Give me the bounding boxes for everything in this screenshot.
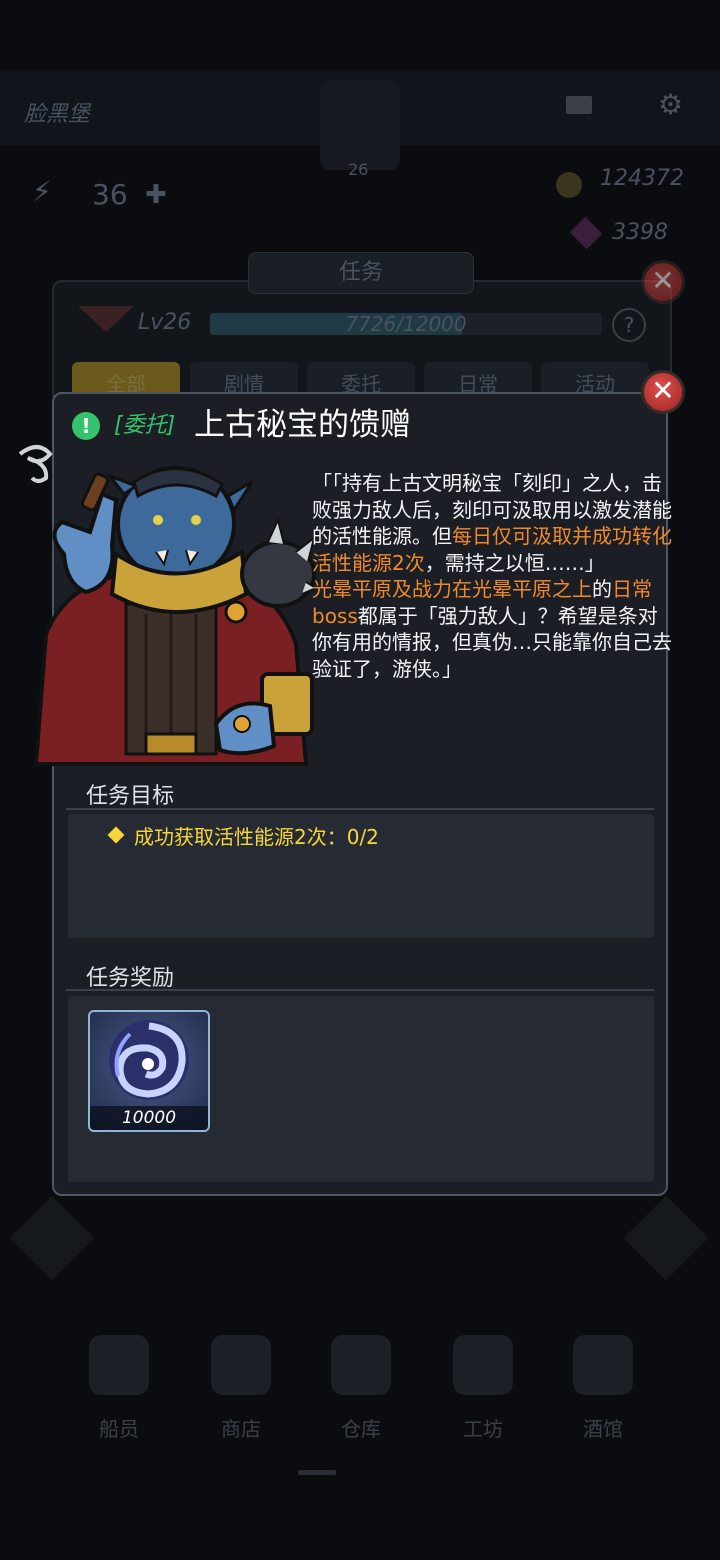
help-icon[interactable]: ? xyxy=(612,308,646,342)
objective-title: 任务目标 xyxy=(86,784,175,809)
objective-text: 成功获取活性能源2次：0/2 xyxy=(134,825,379,849)
mail-icon[interactable] xyxy=(566,96,592,114)
nav-crew[interactable]: 船员 xyxy=(64,1335,174,1442)
gold-amount: 124372 xyxy=(600,166,684,191)
nav-workshop[interactable]: 工坊 xyxy=(428,1335,538,1442)
reward-title: 任务奖励 xyxy=(86,966,175,991)
nav-indicator xyxy=(298,1470,336,1475)
quest-giver-portrait xyxy=(18,445,316,766)
warehouse-icon xyxy=(331,1335,391,1395)
settings-gear-icon[interactable]: ⚙ xyxy=(658,88,683,121)
panel-title: 任务 xyxy=(248,252,474,294)
player-avatar[interactable] xyxy=(320,80,400,170)
tavern-icon xyxy=(573,1335,633,1395)
energy-orb-icon xyxy=(109,1020,189,1100)
nav-warehouse[interactable]: 仓库 xyxy=(306,1335,416,1442)
right-side-button[interactable] xyxy=(623,1195,709,1281)
gold-coin-icon xyxy=(556,172,582,198)
rank-emblem-icon xyxy=(78,306,134,332)
xp-text: 7726/12000 xyxy=(345,312,467,336)
base-name: 脸黑堡 xyxy=(24,102,91,127)
gem-icon xyxy=(569,216,603,250)
nav-shop[interactable]: 商店 xyxy=(186,1335,296,1442)
add-icon[interactable]: ✚ xyxy=(145,180,167,210)
reward-box: 10000 xyxy=(68,996,654,1182)
shop-icon xyxy=(211,1335,271,1395)
objective-divider xyxy=(66,808,654,810)
dialog-close-icon[interactable]: ✕ xyxy=(641,370,685,414)
desc-part-7: 都属于「强力敌人」？希望是条对你有用的情报，但真伪…只能靠你自己去验证了，游侠。… xyxy=(312,603,672,681)
left-side-button[interactable] xyxy=(9,1195,95,1281)
crew-icon xyxy=(89,1335,149,1395)
desc-part-5: 的 xyxy=(592,577,612,601)
desc-highlight-location: 光晕平原及战力在光晕平原之上 xyxy=(312,577,592,601)
objective-box: 成功获取活性能源2次：0/2 xyxy=(68,814,654,938)
reward-amount: 10000 xyxy=(90,1106,208,1130)
gem-amount: 3398 xyxy=(612,220,668,245)
nav-tavern[interactable]: 酒馆 xyxy=(548,1335,658,1442)
quest-detail-dialog: ! [委托] 上古秘宝的馈赠 「「持有上古文明秘宝「刻印」之人，击败强力敌人后，… xyxy=(18,392,672,1196)
workshop-icon xyxy=(453,1335,513,1395)
quest-description: 「「持有上古文明秘宝「刻印」之人，击败强力敌人后，刻印可汲取用以激发潜能的活性能… xyxy=(312,470,672,682)
diamond-bullet-icon xyxy=(107,826,125,844)
energy-icon: ⚡ xyxy=(32,175,52,208)
player-level: 26 xyxy=(348,160,369,179)
desc-part-3: ，需持之以恒……」 xyxy=(424,550,605,575)
panel-close-icon[interactable]: ✕ xyxy=(641,260,685,304)
reward-item[interactable]: 10000 xyxy=(88,1010,210,1132)
level-label: Lv26 xyxy=(138,310,192,335)
stat-value: 36 xyxy=(92,178,128,211)
reward-divider xyxy=(66,989,654,991)
